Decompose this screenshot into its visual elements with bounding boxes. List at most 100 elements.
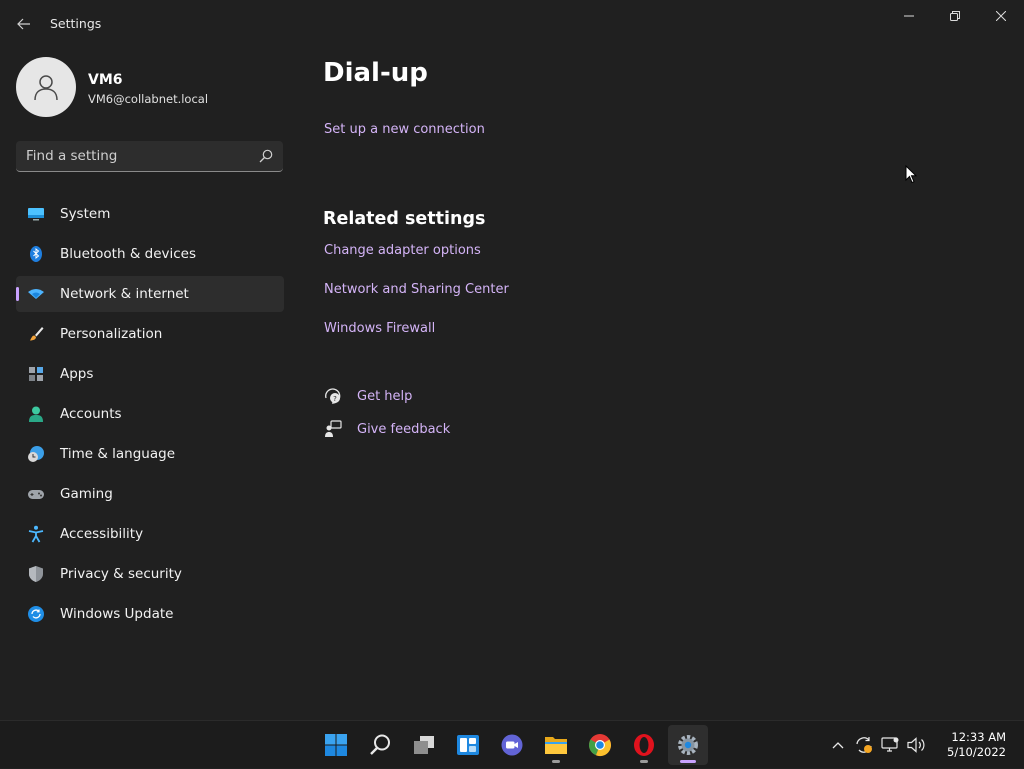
settings-icon [678, 735, 698, 755]
search-input[interactable] [16, 141, 266, 171]
help-icon: ? [325, 388, 341, 404]
feedback-icon [325, 420, 342, 437]
title-bar: Settings [0, 0, 1024, 48]
widgets-button[interactable] [448, 725, 488, 765]
accessibility-icon [28, 525, 44, 543]
mouse-cursor-icon [905, 165, 917, 184]
chat-icon [501, 734, 523, 756]
wifi-icon [28, 289, 44, 299]
minimize-icon [904, 15, 914, 17]
sidebar-item-time-language[interactable]: Time & language [16, 436, 284, 472]
speaker-icon [907, 737, 925, 753]
back-button[interactable] [10, 10, 38, 38]
give-feedback-label: Give feedback [357, 421, 451, 437]
task-view-icon [414, 736, 434, 754]
network-icon [881, 737, 899, 752]
sidebar-item-label: Apps [60, 366, 94, 382]
close-button[interactable] [978, 0, 1024, 32]
apps-icon [29, 367, 43, 381]
search-box [16, 141, 283, 172]
file-explorer-icon [545, 737, 567, 754]
running-indicator [640, 760, 648, 763]
window-controls [886, 0, 1024, 32]
sidebar-item-label: Bluetooth & devices [60, 246, 197, 262]
network-sharing-center-link[interactable]: Network and Sharing Center [324, 282, 509, 297]
search-icon [370, 734, 390, 755]
taskbar-apps [316, 725, 712, 765]
avatar [16, 57, 76, 117]
minimize-button[interactable] [886, 0, 932, 32]
taskbar-search-button[interactable] [360, 725, 400, 765]
start-icon [325, 734, 347, 756]
sidebar-item-label: Accessibility [60, 526, 144, 542]
sync-status-button[interactable] [852, 733, 876, 757]
sidebar-item-label: Privacy & security [60, 566, 182, 582]
opera-icon [634, 734, 654, 756]
windows-firewall-link[interactable]: Windows Firewall [324, 321, 435, 336]
person-icon [29, 406, 43, 422]
taskbar: 12:33 AM 5/10/2022 [0, 720, 1024, 768]
get-help-label: Get help [357, 388, 413, 404]
sidebar-item-label: Windows Update [60, 606, 174, 622]
related-settings-heading: Related settings [323, 209, 486, 229]
chevron-up-icon [832, 742, 844, 749]
system-tray: 12:33 AM 5/10/2022 [826, 721, 1024, 769]
app-title: Settings [50, 16, 102, 31]
sidebar-item-label: Personalization [60, 326, 163, 342]
taskbar-clock[interactable]: 12:33 AM 5/10/2022 [936, 730, 1006, 760]
start-button[interactable] [316, 725, 356, 765]
close-icon [996, 11, 1006, 21]
user-profile[interactable]: VM6 VM6@collabnet.local [16, 57, 286, 117]
page-title: Dial-up [323, 58, 428, 88]
settings-taskbar-button[interactable] [668, 725, 708, 765]
update-icon [28, 606, 44, 622]
sidebar-item-windows-update[interactable]: Windows Update [16, 596, 284, 632]
svg-text:?: ? [333, 395, 337, 403]
user-email: VM6@collabnet.local [88, 92, 209, 106]
sidebar-item-label: Time & language [60, 446, 176, 462]
volume-tray-button[interactable] [904, 733, 928, 757]
sidebar-item-label: System [60, 206, 111, 222]
sidebar-item-label: Accounts [60, 406, 122, 422]
chat-button[interactable] [492, 725, 532, 765]
shield-icon [29, 566, 43, 582]
bluetooth-icon [30, 246, 42, 262]
sidebar-item-label: Gaming [60, 486, 113, 502]
restore-icon [950, 11, 960, 21]
sidebar-item-privacy-security[interactable]: Privacy & security [16, 556, 284, 592]
sync-icon [856, 737, 872, 753]
settings-window: Settings VM6 VM6@collabnet.local Find a … [0, 0, 1024, 720]
give-feedback-row[interactable]: Give feedback [323, 419, 450, 439]
user-name: VM6 [88, 72, 123, 88]
clock-time: 12:33 AM [951, 730, 1006, 744]
running-indicator [552, 760, 560, 763]
get-help-row[interactable]: ? Get help [323, 386, 412, 406]
restore-button[interactable] [932, 0, 978, 32]
clock-globe-icon [28, 446, 44, 462]
sidebar-item-gaming[interactable]: Gaming [16, 476, 284, 512]
opera-button[interactable] [624, 725, 664, 765]
chrome-icon [588, 734, 612, 757]
setup-connection-link[interactable]: Set up a new connection [324, 122, 485, 137]
sidebar-item-network[interactable]: Network & internet [16, 276, 284, 312]
sidebar-item-system[interactable]: System [16, 196, 284, 232]
chrome-button[interactable] [580, 725, 620, 765]
network-tray-button[interactable] [878, 733, 902, 757]
sidebar-nav: System Bluetooth & devices Network & int… [16, 196, 284, 636]
change-adapter-options-link[interactable]: Change adapter options [324, 243, 481, 258]
person-icon [34, 75, 58, 101]
active-indicator [680, 760, 696, 763]
file-explorer-button[interactable] [536, 725, 576, 765]
sidebar-item-label: Network & internet [60, 286, 189, 302]
sidebar-item-accounts[interactable]: Accounts [16, 396, 284, 432]
sidebar-item-bluetooth[interactable]: Bluetooth & devices [16, 236, 284, 272]
brush-icon [30, 327, 44, 341]
system-icon [28, 208, 44, 221]
task-view-button[interactable] [404, 725, 444, 765]
sidebar-item-personalization[interactable]: Personalization [16, 316, 284, 352]
sidebar-item-apps[interactable]: Apps [16, 356, 284, 392]
sidebar-item-accessibility[interactable]: Accessibility [16, 516, 284, 552]
clock-date: 5/10/2022 [947, 745, 1006, 759]
search-icon[interactable] [259, 149, 273, 163]
show-hidden-icons-button[interactable] [826, 733, 850, 757]
